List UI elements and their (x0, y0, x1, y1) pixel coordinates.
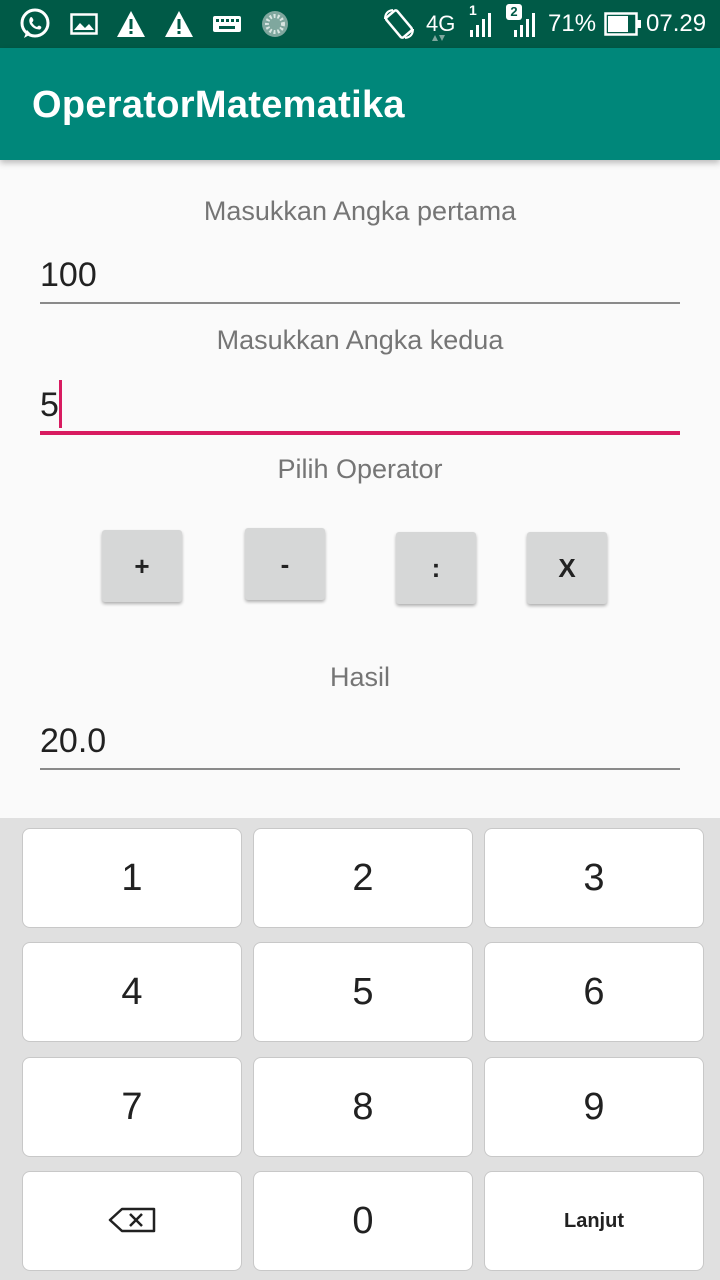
keyboard-icon (212, 8, 242, 40)
subtract-button[interactable]: - (245, 528, 325, 600)
warning-icon (164, 8, 194, 40)
sim2-badge: 2 (506, 4, 522, 20)
app-title: OperatorMatematika (32, 84, 405, 126)
key-8[interactable]: 8 (253, 1057, 473, 1157)
battery-percent: 71% (548, 10, 597, 37)
result-value: 20.0 (40, 722, 107, 760)
backspace-key[interactable] (22, 1171, 242, 1271)
result-underline (40, 768, 680, 770)
first-number-input[interactable]: 100 (40, 250, 680, 306)
numeric-keyboard: 1 2 3 4 5 6 7 8 9 0 Lanjut (0, 818, 720, 1280)
backspace-icon (108, 1200, 156, 1243)
key-7[interactable]: 7 (22, 1057, 242, 1157)
loading-icon (260, 8, 290, 40)
clock: 07.29 (646, 10, 707, 37)
data-arrows-icon (430, 34, 446, 42)
first-number-underline (40, 302, 680, 304)
second-number-label: Masukkan Angka kedua (216, 325, 504, 355)
gallery-icon (70, 8, 98, 40)
result-label: Hasil (329, 662, 390, 692)
multiply-button[interactable]: X (527, 532, 607, 604)
sim1-badge: 1 (469, 2, 477, 18)
first-number-value: 100 (40, 256, 97, 294)
second-number-input[interactable]: 5 (40, 378, 680, 436)
key-0[interactable]: 0 (253, 1171, 473, 1271)
app-bar: OperatorMatematika (0, 48, 720, 160)
key-5[interactable]: 5 (253, 942, 473, 1042)
key-1[interactable]: 1 (22, 828, 242, 928)
operator-label: Pilih Operator (277, 454, 443, 484)
key-9[interactable]: 9 (484, 1057, 704, 1157)
second-number-value: 5 (40, 386, 59, 424)
status-bar: 4G 1 2 71% 07.29 (0, 0, 720, 48)
second-number-underline (40, 431, 680, 435)
whatsapp-icon (18, 8, 52, 40)
add-button[interactable]: + (102, 530, 182, 602)
battery-icon (604, 8, 642, 40)
key-4[interactable]: 4 (22, 942, 242, 1042)
text-cursor (59, 380, 62, 428)
first-number-label: Masukkan Angka pertama (203, 196, 517, 226)
auto-rotate-icon (382, 8, 416, 40)
divide-button[interactable]: : (396, 532, 476, 604)
result-field[interactable]: 20.0 (40, 716, 680, 772)
warning-icon (116, 8, 146, 40)
key-3[interactable]: 3 (484, 828, 704, 928)
key-6[interactable]: 6 (484, 942, 704, 1042)
next-key[interactable]: Lanjut (484, 1171, 704, 1271)
key-2[interactable]: 2 (253, 828, 473, 928)
